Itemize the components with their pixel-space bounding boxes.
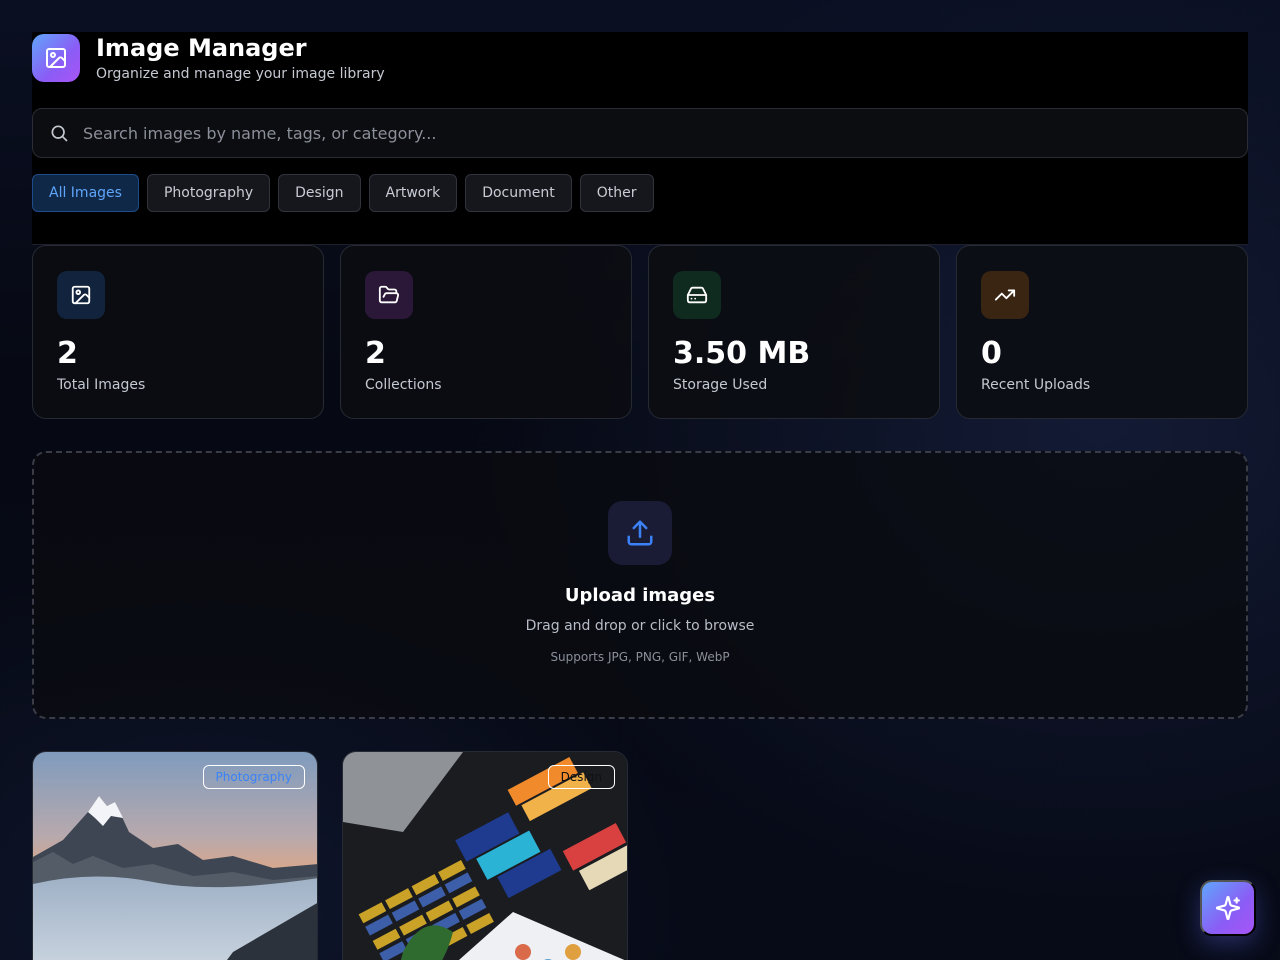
- stat-label: Storage Used: [673, 377, 768, 393]
- stat-icon-wrap: [57, 271, 105, 319]
- app-title-group: Image Manager Organize and manage your i…: [96, 34, 385, 82]
- upload-format-hint: Supports JPG, PNG, GIF, WebP: [550, 650, 730, 664]
- category-badge: Design: [547, 765, 615, 789]
- stat-icon-wrap: [673, 271, 721, 319]
- stat-label: Collections: [365, 377, 442, 393]
- app-header: Image Manager Organize and manage your i…: [32, 34, 385, 82]
- filter-document[interactable]: Document: [465, 174, 572, 212]
- stat-card-total-images: 2 Total Images: [32, 245, 324, 419]
- filter-all-images[interactable]: All Images: [32, 174, 139, 212]
- sparkles-icon: [1215, 895, 1241, 921]
- image-card[interactable]: Photography: [32, 751, 318, 960]
- image-card[interactable]: Design: [342, 751, 628, 960]
- stat-card-recent-uploads: 0 Recent Uploads: [956, 245, 1248, 419]
- stat-value: 2: [57, 336, 78, 371]
- filter-design[interactable]: Design: [278, 174, 361, 212]
- search-icon: [51, 125, 68, 142]
- stat-value: 3.50 MB: [673, 336, 811, 371]
- stat-value: 0: [981, 336, 1002, 371]
- category-badge: Photography: [202, 765, 305, 789]
- stat-card-storage-used: 3.50 MB Storage Used: [648, 245, 940, 419]
- ai-assistant-button[interactable]: [1200, 880, 1256, 936]
- folder-open-icon: [378, 285, 400, 304]
- stat-card-collections: 2 Collections: [340, 245, 632, 419]
- stat-label: Recent Uploads: [981, 377, 1091, 393]
- filter-artwork[interactable]: Artwork: [368, 174, 458, 212]
- filter-photography[interactable]: Photography: [146, 174, 271, 212]
- image-icon: [46, 48, 66, 68]
- hard-drive-icon: [686, 286, 708, 304]
- upload-dropzone[interactable]: Upload images Drag and drop or click to …: [32, 451, 1248, 719]
- filter-other[interactable]: Other: [579, 174, 654, 212]
- image-gallery: Photography Design: [32, 751, 628, 960]
- category-filters: All Images Photography Design Artwork Do…: [32, 174, 654, 212]
- stats-row: 2 Total Images 2 Collections 3.50 MB Sto…: [32, 245, 1248, 419]
- upload-subtitle: Drag and drop or click to browse: [525, 618, 755, 634]
- stat-icon-wrap: [365, 271, 413, 319]
- page-subtitle: Organize and manage your image library: [96, 66, 385, 82]
- stat-value: 2: [365, 336, 386, 371]
- upload-title: Upload images: [564, 585, 716, 606]
- stat-icon-wrap: [981, 271, 1029, 319]
- page-title: Image Manager: [96, 34, 307, 62]
- image-icon: [71, 285, 91, 305]
- search-bar[interactable]: [32, 108, 1248, 158]
- search-input[interactable]: [83, 123, 1247, 143]
- trending-up-icon: [994, 289, 1016, 301]
- upload-icon: [627, 520, 653, 546]
- stat-label: Total Images: [57, 377, 146, 393]
- app-logo: [32, 34, 80, 82]
- upload-icon-wrap: [608, 501, 672, 565]
